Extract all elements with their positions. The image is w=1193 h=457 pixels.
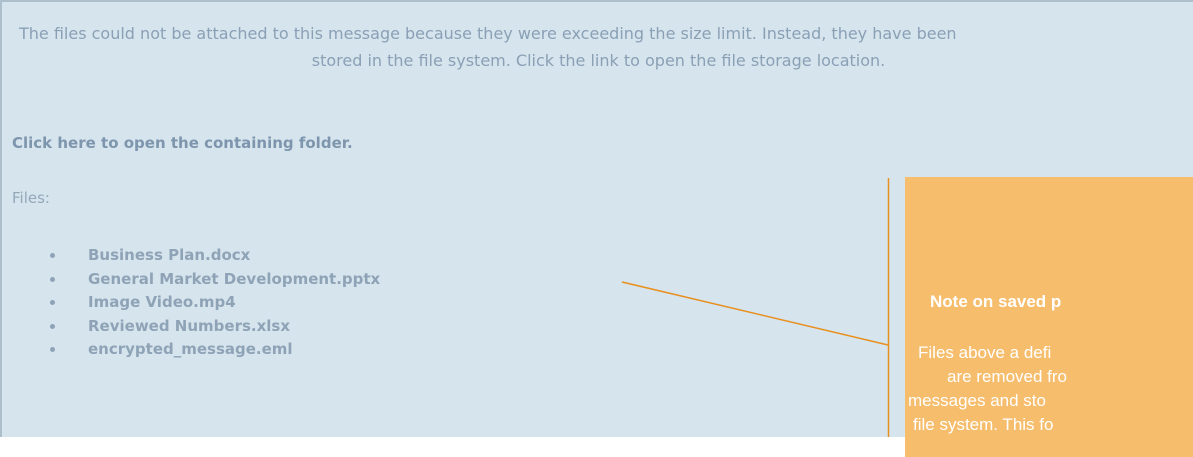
notice-line-2: stored in the file system. Click the lin… bbox=[311, 51, 886, 70]
file-item-image-video[interactable]: Image Video.mp4 bbox=[50, 293, 380, 317]
callout-body-line: Files above a defi bbox=[918, 343, 1052, 362]
size-limit-notice: The files could not be attached to this … bbox=[2, 20, 1193, 74]
bullet-icon bbox=[50, 300, 55, 305]
open-folder-link[interactable]: Click here to open the containing folder… bbox=[12, 134, 353, 152]
note-callout: Note on saved p Files above a defi are r… bbox=[905, 177, 1193, 457]
callout-body-line: messages and sto bbox=[908, 391, 1046, 410]
bullet-icon bbox=[50, 347, 55, 352]
bullet-icon bbox=[50, 253, 55, 258]
file-name: Image Video.mp4 bbox=[88, 293, 236, 311]
file-item-encrypted-message[interactable]: encrypted_message.eml bbox=[50, 340, 380, 364]
file-item-reviewed-numbers[interactable]: Reviewed Numbers.xlsx bbox=[50, 317, 380, 341]
file-name: Reviewed Numbers.xlsx bbox=[88, 316, 291, 335]
file-name: encrypted_message.eml bbox=[88, 340, 293, 358]
file-name: General Market Development.pptx bbox=[88, 269, 381, 288]
callout-title: Note on saved p bbox=[930, 292, 1062, 311]
file-item-market-development[interactable]: General Market Development.pptx bbox=[50, 270, 380, 294]
file-list: Business Plan.docx General Market Develo… bbox=[50, 246, 380, 364]
callout-body: Files above a defi are removed fro messa… bbox=[905, 341, 1193, 437]
bullet-icon bbox=[50, 276, 55, 282]
callout-body-line: are removed fro bbox=[947, 367, 1067, 386]
files-label: Files: bbox=[12, 189, 50, 207]
file-item-business-plan[interactable]: Business Plan.docx bbox=[50, 246, 380, 270]
notice-line-1: The files could not be attached to this … bbox=[19, 24, 957, 43]
callout-body-line: file system. This fo bbox=[913, 415, 1054, 434]
file-name: Business Plan.docx bbox=[88, 246, 251, 264]
bullet-icon bbox=[50, 323, 55, 329]
